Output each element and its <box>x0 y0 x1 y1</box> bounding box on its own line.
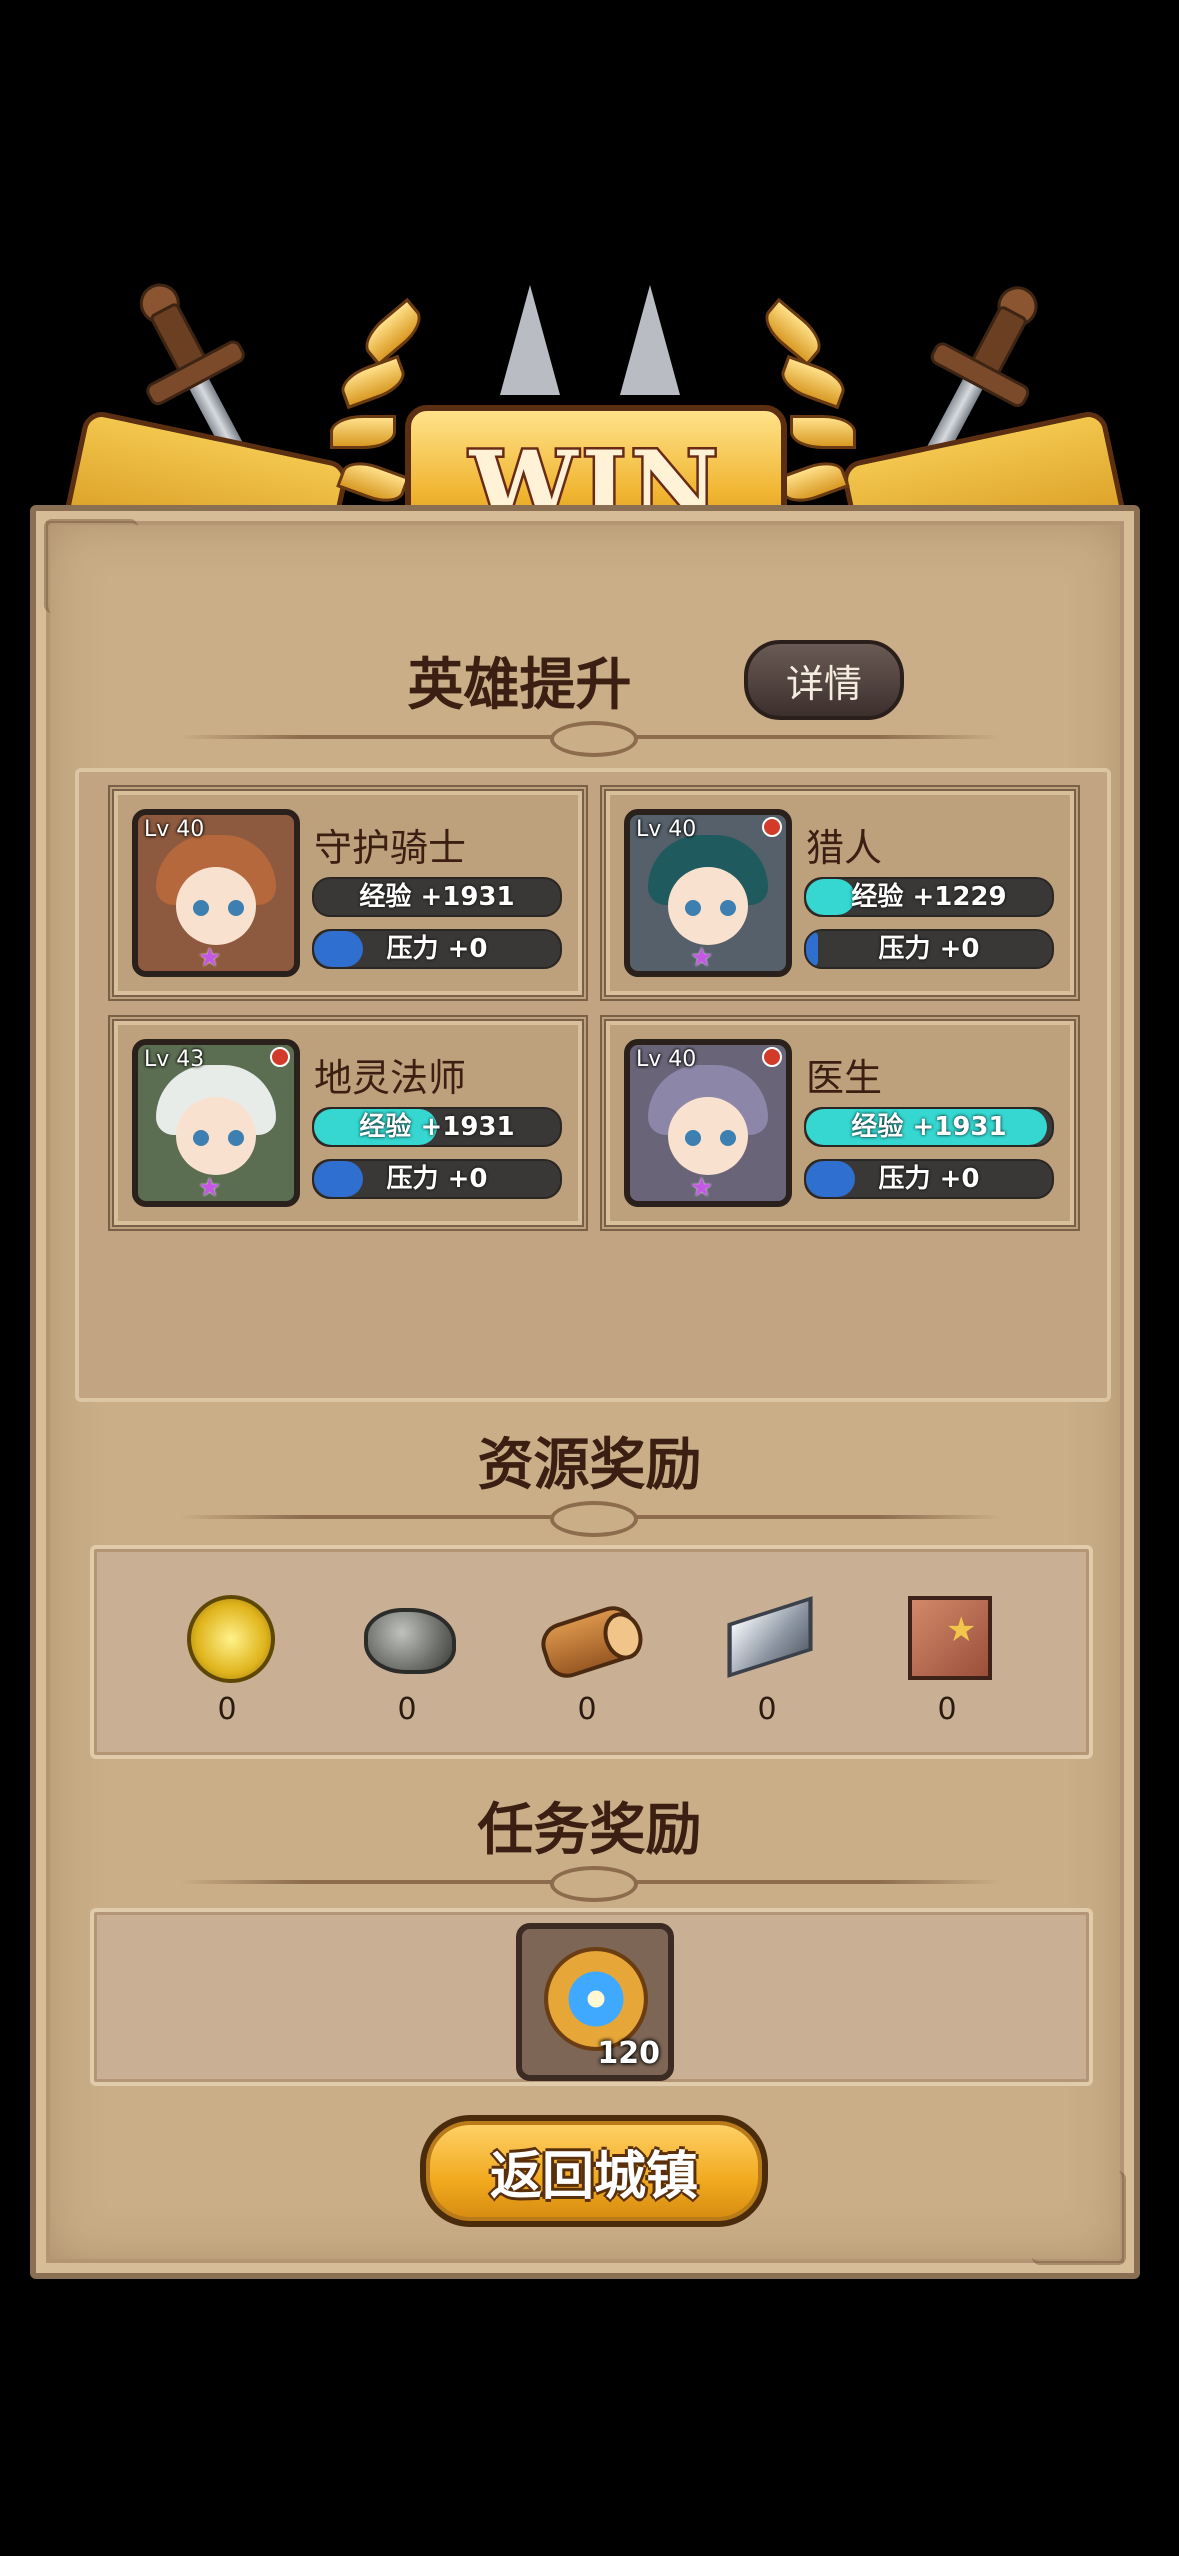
resource-value: 0 <box>577 1692 597 1727</box>
wood-log-icon <box>535 1590 649 1684</box>
stress-bar: 压力 +0 <box>312 929 562 969</box>
exp-text: 经验 +1931 <box>359 1112 515 1142</box>
resource-item-gold: 0 <box>167 1590 287 1727</box>
hero-level: Lv 40 <box>636 1047 697 1072</box>
hero-portrait: Lv 40 ★ <box>624 809 792 977</box>
divider <box>180 721 1000 757</box>
quest-section-title: 任务奖励 <box>477 1798 702 1863</box>
gold-coin-icon <box>182 1590 275 1683</box>
hero-level: Lv 43 <box>144 1047 205 1072</box>
hero-name: 地灵法师 <box>314 1056 467 1100</box>
quest-reward-count: 120 <box>597 2036 660 2071</box>
stone-icon <box>362 1590 456 1680</box>
notification-dot <box>762 817 782 837</box>
spear-icon <box>500 285 560 395</box>
hero-name: 医生 <box>806 1056 883 1100</box>
resource-item-wood: 0 <box>527 1590 649 1727</box>
star-icon: ★ <box>690 943 714 973</box>
star-icon: ★ <box>198 1173 222 1203</box>
leather-hide-icon: ★ <box>902 1590 992 1680</box>
divider <box>180 1866 1000 1902</box>
resource-value: 0 <box>397 1692 417 1727</box>
resource-section-title: 资源奖励 <box>477 1433 702 1498</box>
stress-text: 压力 +0 <box>878 1164 980 1194</box>
resource-item-leather: ★ 0 <box>887 1590 1007 1727</box>
exp-bar: 经验 +1931 <box>804 1107 1054 1147</box>
hero-section-title: 英雄提升 <box>407 653 632 718</box>
stress-bar: 压力 +0 <box>804 929 1054 969</box>
hero-card[interactable]: Lv 43 ★ 地灵法师 经验 +1931 压力 +0 <box>108 1015 588 1231</box>
star-icon: ★ <box>690 1173 714 1203</box>
hero-name: 猎人 <box>806 826 883 870</box>
resource-value: 0 <box>217 1692 237 1727</box>
spear-icon <box>620 285 680 395</box>
stress-bar: 压力 +0 <box>312 1159 562 1199</box>
resource-value: 0 <box>757 1692 777 1727</box>
divider <box>180 1501 1000 1537</box>
exp-bar: 经验 +1931 <box>312 877 562 917</box>
stress-text: 压力 +0 <box>386 934 488 964</box>
hero-portrait: Lv 40 ★ <box>624 1039 792 1207</box>
iron-ingot-icon <box>722 1590 813 1680</box>
exp-text: 经验 +1931 <box>851 1112 1007 1142</box>
stress-text: 压力 +0 <box>386 1164 488 1194</box>
hero-card[interactable]: Lv 40 ★ 医生 经验 +1931 压力 +0 <box>600 1015 1080 1231</box>
stress-text: 压力 +0 <box>878 934 980 964</box>
hero-level: Lv 40 <box>144 817 205 842</box>
hero-card[interactable]: Lv 40 ★ 猎人 经验 +1229 压力 +0 <box>600 785 1080 1001</box>
quest-reward-item[interactable]: 120 <box>516 1923 674 2081</box>
stress-bar: 压力 +0 <box>804 1159 1054 1199</box>
notification-dot <box>270 1047 290 1067</box>
hero-level: Lv 40 <box>636 817 697 842</box>
resource-item-stone: 0 <box>347 1590 467 1727</box>
resource-item-iron: 0 <box>707 1590 827 1727</box>
star-icon: ★ <box>198 943 222 973</box>
details-button[interactable]: 详情 <box>744 640 904 720</box>
resource-value: 0 <box>937 1692 957 1727</box>
hero-portrait: Lv 43 ★ <box>132 1039 300 1207</box>
notification-dot <box>762 1047 782 1067</box>
hero-portrait: Lv 40 ★ <box>132 809 300 977</box>
exp-bar: 经验 +1931 <box>312 1107 562 1147</box>
exp-bar: 经验 +1229 <box>804 877 1054 917</box>
return-to-town-button[interactable]: 返回城镇 <box>420 2115 768 2227</box>
hero-card[interactable]: Lv 40 ★ 守护骑士 经验 +1931 压力 +0 <box>108 785 588 1001</box>
exp-text: 经验 +1229 <box>851 882 1007 912</box>
hero-name: 守护骑士 <box>314 826 467 870</box>
exp-text: 经验 +1931 <box>359 882 515 912</box>
